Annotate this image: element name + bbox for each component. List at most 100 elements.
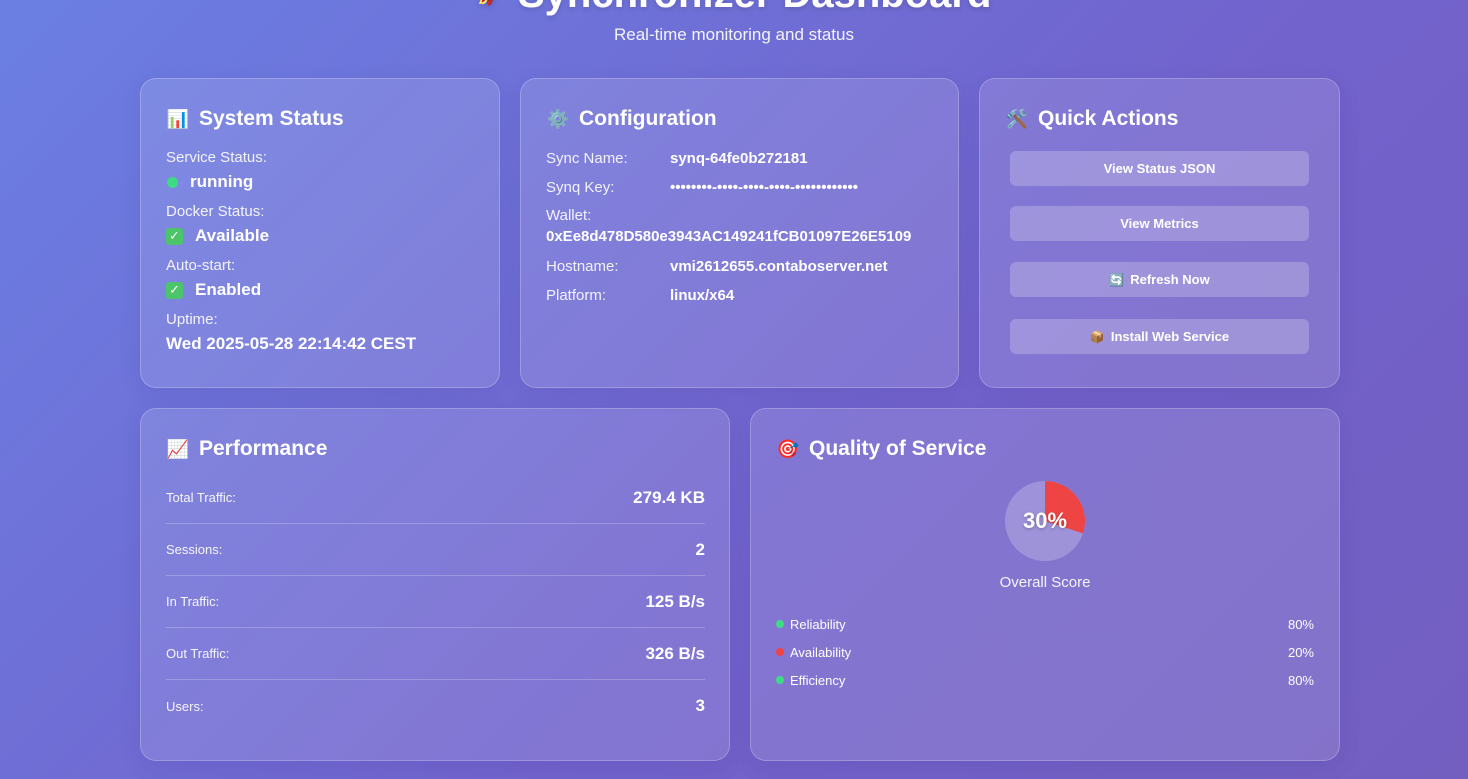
perf-label: Out Traffic:	[166, 646, 230, 661]
config-value: linux/x64	[670, 287, 735, 304]
quality-of-service-card: 🎯 Quality of Service 30% Overall Score R…	[750, 408, 1340, 761]
status-dot-icon	[776, 676, 784, 684]
card-title: 📊 System Status	[166, 106, 344, 132]
config-platform: Platform: linux/x64	[546, 287, 734, 305]
card-title: 🛠️ Quick Actions	[1005, 106, 1179, 132]
perf-label: Sessions:	[166, 542, 223, 557]
system-status-card: 📊 System Status Service Status: running …	[140, 78, 500, 388]
page-title: 🚀 Synchronizer Dashboard	[0, 0, 1468, 18]
checkmark-icon: ✓	[166, 227, 183, 245]
card-title-text: System Status	[199, 107, 344, 130]
qos-metric-label: Reliability	[790, 616, 846, 632]
perf-label: Users:	[166, 698, 204, 714]
perf-value: 326 B/s	[645, 643, 705, 663]
package-icon: 📦	[1089, 329, 1105, 344]
qos-metric-label: Efficiency	[790, 672, 846, 688]
qos-metric-label: Availability	[790, 644, 852, 660]
perf-row-in-traffic: In Traffic: 125 B/s	[166, 576, 705, 628]
line-chart-icon: 📈	[166, 439, 190, 459]
perf-row-total-traffic: Total Traffic: 279.4 KB	[166, 472, 705, 524]
perf-row-sessions: Sessions: 2	[166, 524, 705, 576]
card-title: 🎯 Quality of Service	[776, 436, 987, 462]
config-sync-name: Sync Name: synq-64fe0b272181	[546, 150, 808, 168]
rocket-icon: 🚀	[477, 0, 504, 6]
perf-value: 3	[695, 696, 705, 715]
card-title: ⚙️ Configuration	[546, 106, 717, 132]
card-title-text: Performance	[199, 437, 328, 460]
autostart-status: Auto-start: ✓ Enabled	[166, 257, 261, 301]
refresh-icon: 🔄	[1109, 272, 1125, 287]
view-status-json-button[interactable]: View Status JSON	[1010, 151, 1309, 186]
qos-metric-name: Efficiency	[776, 673, 845, 688]
uptime-label: Uptime:	[166, 311, 218, 328]
bar-chart-icon: 📊	[166, 109, 190, 129]
qos-metric-name: Reliability	[776, 617, 846, 632]
performance-card: 📈 Performance Total Traffic: 279.4 KB Se…	[140, 408, 730, 761]
config-key: Sync Name:	[546, 150, 628, 167]
config-synq-key: Synq Key: ••••••••-••••-••••-••••-•••••••…	[546, 179, 858, 197]
autostart-value: ✓ Enabled	[166, 279, 261, 301]
card-title-text: Quick Actions	[1038, 107, 1179, 130]
page-title-text: Synchronizer Dashboard	[518, 0, 991, 16]
config-value: synq-64fe0b272181	[670, 150, 808, 167]
config-wallet: Wallet: 0xEe8d478D580e3943AC149241fCB010…	[546, 207, 911, 246]
docker-status-label: Docker Status:	[166, 203, 265, 220]
tools-icon: 🛠️	[1005, 109, 1029, 129]
perf-label: In Traffic:	[166, 594, 220, 609]
view-metrics-button[interactable]: View Metrics	[1010, 206, 1309, 241]
config-key: Platform:	[546, 287, 607, 304]
perf-value: 125 B/s	[645, 591, 705, 611]
docker-status-value: ✓ Available	[166, 225, 269, 247]
config-hostname: Hostname: vmi2612655.contaboserver.net	[546, 258, 888, 276]
config-value: ••••••••-••••-••••-••••-••••••••••••	[670, 179, 859, 196]
card-title-text: Configuration	[579, 107, 717, 130]
dashboard-header: 🚀 Synchronizer Dashboard Real-time monito…	[0, 0, 1468, 45]
qos-metric-value: 20%	[1287, 644, 1314, 660]
checkmark-icon: ✓	[166, 281, 183, 299]
config-value: 0xEe8d478D580e3943AC149241fCB01097E26E51…	[546, 228, 912, 245]
service-status-label: Service Status:	[166, 149, 267, 166]
button-label: Install Web Service	[1110, 329, 1230, 344]
perf-value: 279.4 KB	[633, 487, 705, 507]
button-label: View Metrics	[1120, 216, 1199, 231]
service-status: Service Status: running	[166, 149, 267, 193]
uptime: Uptime: Wed 2025-05-28 22:14:42 CEST	[166, 311, 416, 355]
autostart-text: Enabled	[195, 280, 262, 299]
docker-status-text: Available	[195, 226, 270, 245]
service-status-value: running	[166, 171, 267, 193]
target-icon: 🎯	[776, 439, 800, 459]
score-percent-label: 30%	[1022, 508, 1068, 533]
config-key: Synq Key:	[546, 179, 615, 196]
card-title: 📈 Performance	[166, 436, 328, 462]
service-status-text: running	[190, 172, 254, 191]
score-caption: Overall Score	[999, 574, 1091, 591]
configuration-card: ⚙️ Configuration Sync Name: synq-64fe0b27…	[520, 78, 959, 388]
config-value: vmi2612655.contaboserver.net	[670, 258, 888, 275]
qos-metric-value: 80%	[1287, 616, 1314, 632]
qos-metric-name: Availability	[776, 645, 851, 660]
status-dot-icon	[776, 620, 784, 628]
qos-metric-availability: Availability 20%	[776, 642, 1314, 662]
config-key: Wallet:	[546, 207, 592, 224]
config-key: Hostname:	[546, 258, 619, 275]
button-label: View Status JSON	[1103, 161, 1216, 176]
qos-metric-reliability: Reliability 80%	[776, 614, 1314, 634]
gear-icon: ⚙️	[546, 109, 570, 129]
perf-row-users: Users: 3	[166, 680, 705, 732]
page-subtitle: Real-time monitoring and status	[613, 25, 854, 44]
docker-status: Docker Status: ✓ Available	[166, 203, 269, 247]
perf-row-out-traffic: Out Traffic: 326 B/s	[166, 628, 705, 680]
status-dot-icon	[167, 176, 178, 188]
perf-label: Total Traffic:	[166, 490, 236, 505]
install-web-service-button[interactable]: 📦 Install Web Service	[1010, 319, 1309, 354]
autostart-label: Auto-start:	[166, 257, 236, 274]
card-title-text: Quality of Service	[809, 437, 987, 460]
status-dot-icon	[776, 648, 784, 656]
button-label: Refresh Now	[1130, 272, 1210, 287]
overall-score-pie: 30%	[1005, 481, 1085, 561]
quick-actions-card: 🛠️ Quick Actions View Status JSON View M…	[979, 78, 1340, 388]
qos-metric-value: 80%	[1287, 672, 1314, 688]
refresh-now-button[interactable]: 🔄 Refresh Now	[1010, 262, 1309, 297]
perf-value: 2	[695, 539, 705, 559]
qos-metric-efficiency: Efficiency 80%	[776, 670, 1314, 690]
